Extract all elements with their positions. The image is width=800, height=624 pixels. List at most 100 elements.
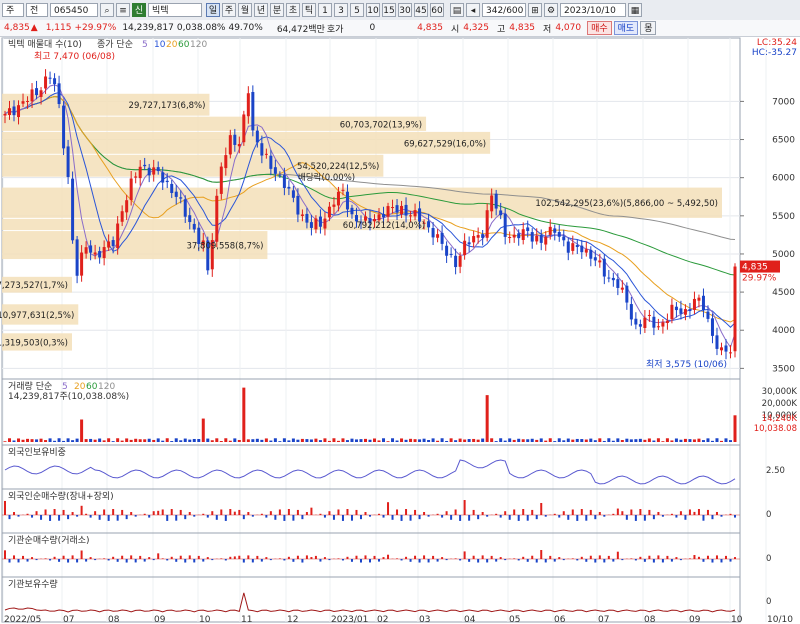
candle-body xyxy=(35,88,39,96)
candle-body xyxy=(134,176,138,178)
volume-bar xyxy=(463,439,467,442)
volume-bar xyxy=(345,440,349,442)
flow-bar xyxy=(211,511,214,515)
flow-bar xyxy=(693,511,696,515)
flow-bar xyxy=(233,511,236,515)
flow-bar xyxy=(378,513,381,515)
interval-10-button[interactable]: 10 xyxy=(366,3,380,17)
flow-bar xyxy=(612,559,615,562)
settings-icon[interactable]: ⚙ xyxy=(544,3,558,17)
flow-bar xyxy=(8,515,11,520)
indicator-panels xyxy=(2,444,740,613)
prev-icon[interactable]: ◂ xyxy=(466,3,480,17)
flow-bar xyxy=(450,515,453,520)
candle-body xyxy=(431,228,435,238)
type-select[interactable]: 전 xyxy=(26,3,48,17)
flow-bar xyxy=(283,515,286,521)
volume-bar xyxy=(670,440,674,442)
calendar-icon[interactable]: ▦ xyxy=(628,3,642,17)
volume-bar xyxy=(373,438,377,442)
volume-ma-period: 5 xyxy=(62,382,68,392)
volume-bar xyxy=(386,441,390,442)
candle-body xyxy=(481,234,485,238)
data-count-field[interactable]: 342/600 xyxy=(482,3,526,17)
candle-body xyxy=(463,240,467,256)
volume-bar xyxy=(93,439,97,442)
quote-row: 4,835 ▲ 1,115 +29.97% 14,239,817 0,038.0… xyxy=(0,20,800,37)
flow-bar xyxy=(616,508,619,515)
period-second-button[interactable]: 초 xyxy=(286,3,300,17)
flow-bar xyxy=(459,559,462,561)
volume-bar xyxy=(724,438,728,442)
low-label: 저 xyxy=(543,24,552,35)
volume-bar xyxy=(107,438,111,442)
hoga-label: 호가 xyxy=(326,24,344,35)
flow-bar xyxy=(720,559,723,563)
flow-bar xyxy=(359,559,362,563)
stock-list-icon[interactable]: ≡ xyxy=(116,3,130,17)
volume-bar xyxy=(697,438,701,442)
volume-bar xyxy=(161,440,165,442)
period-day-button[interactable]: 일 xyxy=(206,3,220,17)
candle-body xyxy=(377,214,381,221)
interval-5-button[interactable]: 5 xyxy=(350,3,364,17)
interval-15-button[interactable]: 15 xyxy=(382,3,396,17)
volume-bar xyxy=(539,438,543,442)
interval-3-button[interactable]: 3 xyxy=(334,3,348,17)
period-tick-button[interactable]: 틱 xyxy=(302,3,316,17)
interval-45-button[interactable]: 45 xyxy=(414,3,428,17)
date-field[interactable]: 2023/10/10 xyxy=(560,3,626,17)
candle-body xyxy=(499,210,503,216)
candle-body xyxy=(706,311,710,319)
stock-chart[interactable]: 700065006000550050004500400035002022/05 0… xyxy=(0,36,800,624)
x-tick-label: 02 xyxy=(377,615,388,624)
candle-body xyxy=(634,318,638,325)
period-week-button[interactable]: 주 xyxy=(222,3,236,17)
extra-button[interactable]: 몽 xyxy=(640,21,657,35)
zoom-icon[interactable]: ⊞ xyxy=(528,3,542,17)
candle-body xyxy=(602,258,606,277)
volume-bar xyxy=(472,438,476,442)
flow-bar xyxy=(319,513,322,515)
hc-label: HC:-35.27 xyxy=(752,48,797,58)
candle-body xyxy=(129,178,133,201)
market-select[interactable]: 주 xyxy=(2,3,24,17)
flow-bar xyxy=(283,559,286,561)
period-year-button[interactable]: 년 xyxy=(254,3,268,17)
flow-bar xyxy=(661,515,664,517)
stock-code-input[interactable]: 065450 xyxy=(50,3,98,17)
flow-bar xyxy=(112,556,115,559)
period-month-button[interactable]: 월 xyxy=(238,3,252,17)
sell-button[interactable]: 매도 xyxy=(613,21,639,35)
flow-bar xyxy=(40,515,43,520)
flow-bar xyxy=(269,559,272,561)
volume-bar xyxy=(318,440,322,442)
flow-bar xyxy=(720,515,723,517)
interval-1-button[interactable]: 1 xyxy=(318,3,332,17)
interval-60-button[interactable]: 60 xyxy=(430,3,444,17)
interval-30-button[interactable]: 30 xyxy=(398,3,412,17)
profile-label: 102,542,295(23,6%)(5,866,00 ~ 5,492,50) xyxy=(535,199,718,209)
candle-body xyxy=(647,314,651,316)
period-minute-button[interactable]: 분 xyxy=(270,3,284,17)
chart-type-icon[interactable]: ▤ xyxy=(450,3,464,17)
volume-bar xyxy=(575,438,579,442)
search-icon[interactable]: ⌕ xyxy=(100,3,114,17)
candle-body xyxy=(526,227,530,231)
buy-button[interactable]: 매수 xyxy=(587,21,612,35)
candle-body xyxy=(287,186,291,189)
flow-bar xyxy=(369,515,371,517)
flow-bar xyxy=(152,511,155,515)
volume-bar xyxy=(210,440,214,442)
flow-bar xyxy=(535,515,538,520)
flow-bar xyxy=(67,559,70,563)
candle-body xyxy=(350,207,354,215)
volume-bar xyxy=(251,439,255,442)
candle-body xyxy=(571,243,575,251)
volume-bar xyxy=(39,438,43,442)
volume-bar xyxy=(557,438,561,442)
flow-bar xyxy=(103,558,106,559)
volume-ma-period: 60 xyxy=(86,382,98,392)
flow-bar xyxy=(35,559,38,561)
candle-body xyxy=(521,229,525,240)
